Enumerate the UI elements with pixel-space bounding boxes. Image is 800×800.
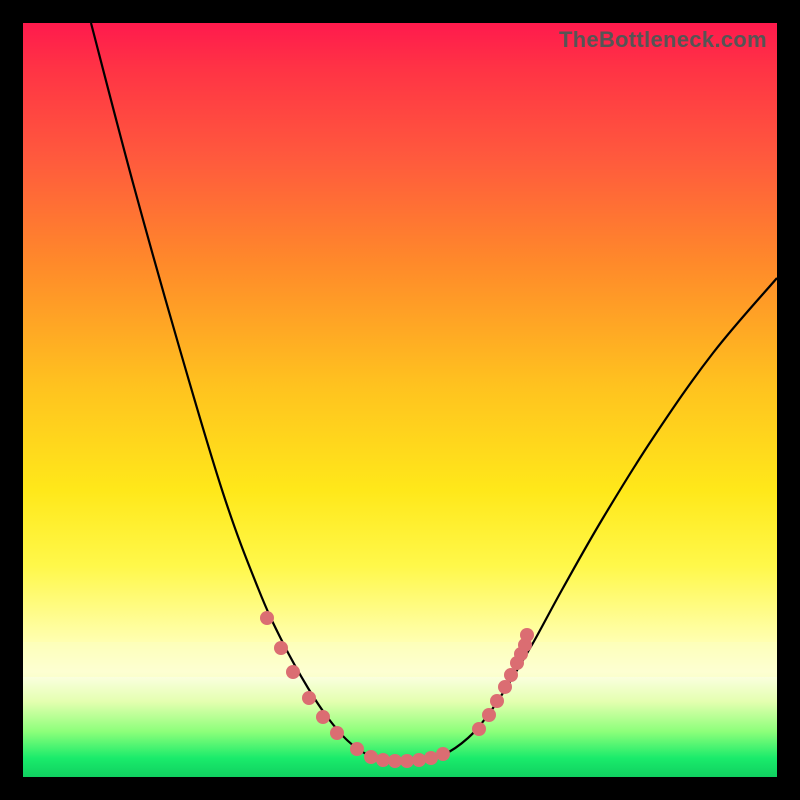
data-point-marker (472, 722, 486, 736)
data-point-marker (260, 611, 274, 625)
data-point-marker (316, 710, 330, 724)
chart-svg (23, 23, 777, 777)
data-point-marker (424, 751, 438, 765)
data-point-marker (498, 680, 512, 694)
data-point-marker (482, 708, 496, 722)
data-point-marker (490, 694, 504, 708)
data-point-marker (274, 641, 288, 655)
data-point-marker (520, 628, 534, 642)
data-point-marker (286, 665, 300, 679)
chart-frame: TheBottleneck.com (23, 23, 777, 777)
data-point-marker (350, 742, 364, 756)
data-point-marker (376, 753, 390, 767)
data-point-marker (412, 753, 426, 767)
data-point-marker (504, 668, 518, 682)
data-point-marker (436, 747, 450, 761)
data-point-marker (364, 750, 378, 764)
bottleneck-curve (91, 23, 777, 762)
data-point-marker (400, 754, 414, 768)
marker-group (260, 611, 534, 768)
data-point-marker (330, 726, 344, 740)
data-point-marker (388, 754, 402, 768)
data-point-marker (302, 691, 316, 705)
